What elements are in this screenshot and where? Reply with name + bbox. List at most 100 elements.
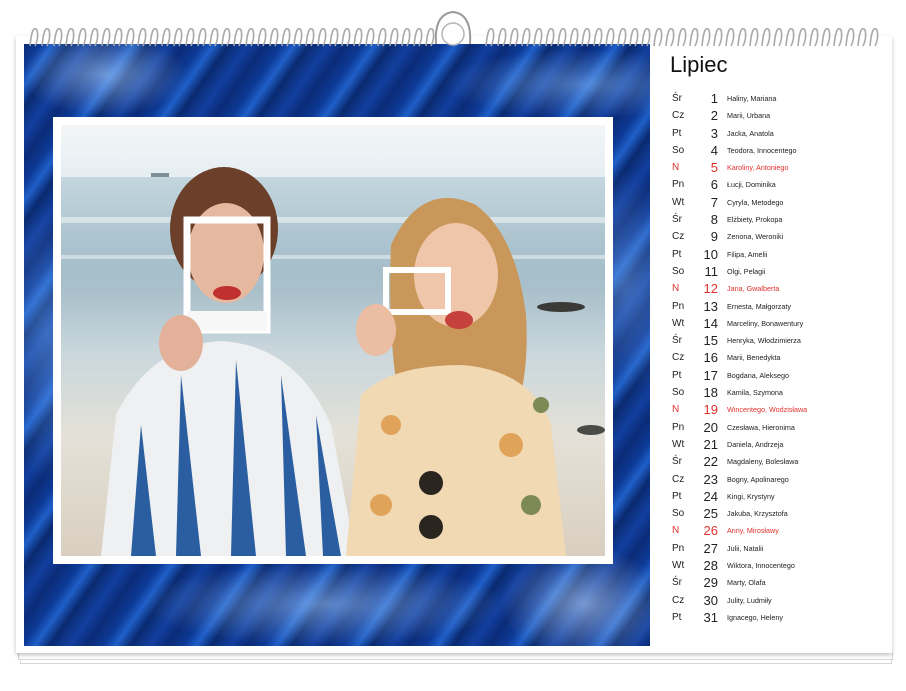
binding-ring xyxy=(245,27,255,47)
day-row: Pn 13 Ernesta, Małgorzaty xyxy=(672,298,872,315)
day-number: 8 xyxy=(710,212,718,228)
binding-ring xyxy=(605,27,615,47)
day-number: 10 xyxy=(703,246,718,262)
binding-ring xyxy=(665,27,675,47)
day-of-week: Pn xyxy=(672,300,685,312)
day-of-week: So xyxy=(672,265,685,277)
marble-background xyxy=(24,44,650,646)
binding-ring xyxy=(317,27,327,47)
day-number: 22 xyxy=(703,454,718,470)
name-day: Haliny, Mariana xyxy=(727,94,777,103)
binding-ring xyxy=(593,27,603,47)
day-of-week: Wt xyxy=(672,438,685,450)
day-of-week: N xyxy=(672,162,680,174)
name-day: Henryka, Włodzimierza xyxy=(727,336,801,346)
day-number: 12 xyxy=(703,281,718,297)
day-row: Wt 7 Cyryla, Metodego xyxy=(672,194,872,211)
binding-ring xyxy=(281,27,291,47)
binding-ring xyxy=(113,27,123,47)
binding-ring xyxy=(773,27,783,47)
binding-ring xyxy=(89,27,99,47)
binding-ring xyxy=(413,27,423,47)
binding-ring xyxy=(845,27,855,47)
day-row: Wt 14 Marceliny, Bonawentury xyxy=(672,315,872,332)
day-of-week: Wt xyxy=(672,317,685,329)
day-number: 26 xyxy=(703,523,718,539)
name-day: Anny, Mirosławy xyxy=(727,526,779,536)
binding-ring xyxy=(701,27,711,47)
binding-ring xyxy=(269,27,279,47)
binding-ring xyxy=(149,27,159,47)
name-day: Ignacego, Heleny xyxy=(727,612,783,622)
day-row: Pn 6 Łucji, Dominika xyxy=(672,176,872,193)
day-of-week: Wt xyxy=(672,560,685,572)
day-of-week: Śr xyxy=(672,214,682,226)
binding-ring xyxy=(545,27,555,47)
day-row: Śr 15 Henryka, Włodzimierza xyxy=(672,332,872,349)
day-number: 24 xyxy=(703,488,718,504)
day-of-week: N xyxy=(672,404,680,416)
day-of-week: Cz xyxy=(672,594,685,606)
binding-ring xyxy=(497,27,507,47)
binding-ring xyxy=(101,27,111,47)
day-row: Śr 8 Elżbiety, Prokopa xyxy=(672,211,872,228)
day-row: So 11 Olgi, Pelagii xyxy=(672,263,872,280)
day-of-week: Cz xyxy=(672,231,685,243)
binding-ring xyxy=(353,27,363,47)
name-day: Marii, Urbana xyxy=(727,111,771,121)
day-of-week: Cz xyxy=(672,473,685,485)
day-of-week: Pn xyxy=(672,179,685,191)
name-day: Bogny, Apolinarego xyxy=(727,474,789,484)
name-day: Cyryla, Metodego xyxy=(727,197,784,207)
name-day: Zenona, Weroniki xyxy=(727,232,784,242)
day-row: Śr 29 Marty, Olafa xyxy=(672,574,872,591)
day-row: Cz 30 Julity, Ludmiły xyxy=(672,592,872,609)
binding-ring xyxy=(425,27,435,47)
day-number: 15 xyxy=(703,333,718,349)
binding-ring xyxy=(197,27,207,47)
name-day: Jakuba, Krzysztofa xyxy=(727,509,788,519)
binding-ring xyxy=(857,27,867,47)
day-of-week: Śr xyxy=(672,456,682,468)
day-of-week: Wt xyxy=(672,196,685,208)
day-number: 18 xyxy=(703,385,718,401)
name-day: Olgi, Pelagii xyxy=(727,266,766,276)
binding-ring xyxy=(77,27,87,47)
name-day: Julity, Ludmiły xyxy=(727,595,772,605)
name-day: Łucji, Dominika xyxy=(727,180,776,190)
name-day: Kingi, Krystyny xyxy=(727,491,775,501)
name-day: Teodora, Innocentego xyxy=(727,145,797,155)
day-number: 23 xyxy=(703,471,718,487)
binding-ring xyxy=(401,27,411,47)
binding-ring xyxy=(341,27,351,47)
day-row: N 12 Jana, Gwalberta xyxy=(672,280,872,297)
name-day: Bogdana, Aleksego xyxy=(727,370,789,380)
binding-ring xyxy=(689,27,699,47)
month-title: Lipiec xyxy=(670,52,728,77)
day-of-week: Pn xyxy=(672,542,685,554)
name-day: Magdaleny, Bolesława xyxy=(727,457,799,467)
binding-ring xyxy=(125,27,135,47)
day-row: Cz 16 Marii, Benedykta xyxy=(672,349,872,366)
day-row: N 26 Anny, Mirosławy xyxy=(672,522,872,539)
binding-ring xyxy=(869,27,879,47)
day-of-week: Cz xyxy=(672,110,685,122)
day-list: Śr 1 Haliny, Mariana Cz 2 Marii, Urbana Pt 3 Jac… xyxy=(672,90,872,626)
name-day: Filipa, Amelii xyxy=(727,249,768,259)
day-row: Pt 3 Jacka, Anatola xyxy=(672,125,872,142)
binding-ring xyxy=(377,27,387,47)
day-number: 25 xyxy=(703,506,718,522)
binding-ring xyxy=(485,27,495,47)
name-day: Karoliny, Antoniego xyxy=(727,163,789,173)
day-of-week: Cz xyxy=(672,352,685,364)
binding-ring xyxy=(161,27,171,47)
name-day: Kamila, Szymona xyxy=(727,388,783,398)
spiral-binding xyxy=(29,10,879,47)
name-day: Wiktora, Innocentego xyxy=(727,561,795,571)
binding-ring xyxy=(257,27,267,47)
day-of-week: Pt xyxy=(672,611,682,623)
name-day: Marceliny, Bonawentury xyxy=(727,318,804,328)
binding-ring xyxy=(797,27,807,47)
binding-ring xyxy=(305,27,315,47)
day-of-week: Pn xyxy=(672,421,685,433)
